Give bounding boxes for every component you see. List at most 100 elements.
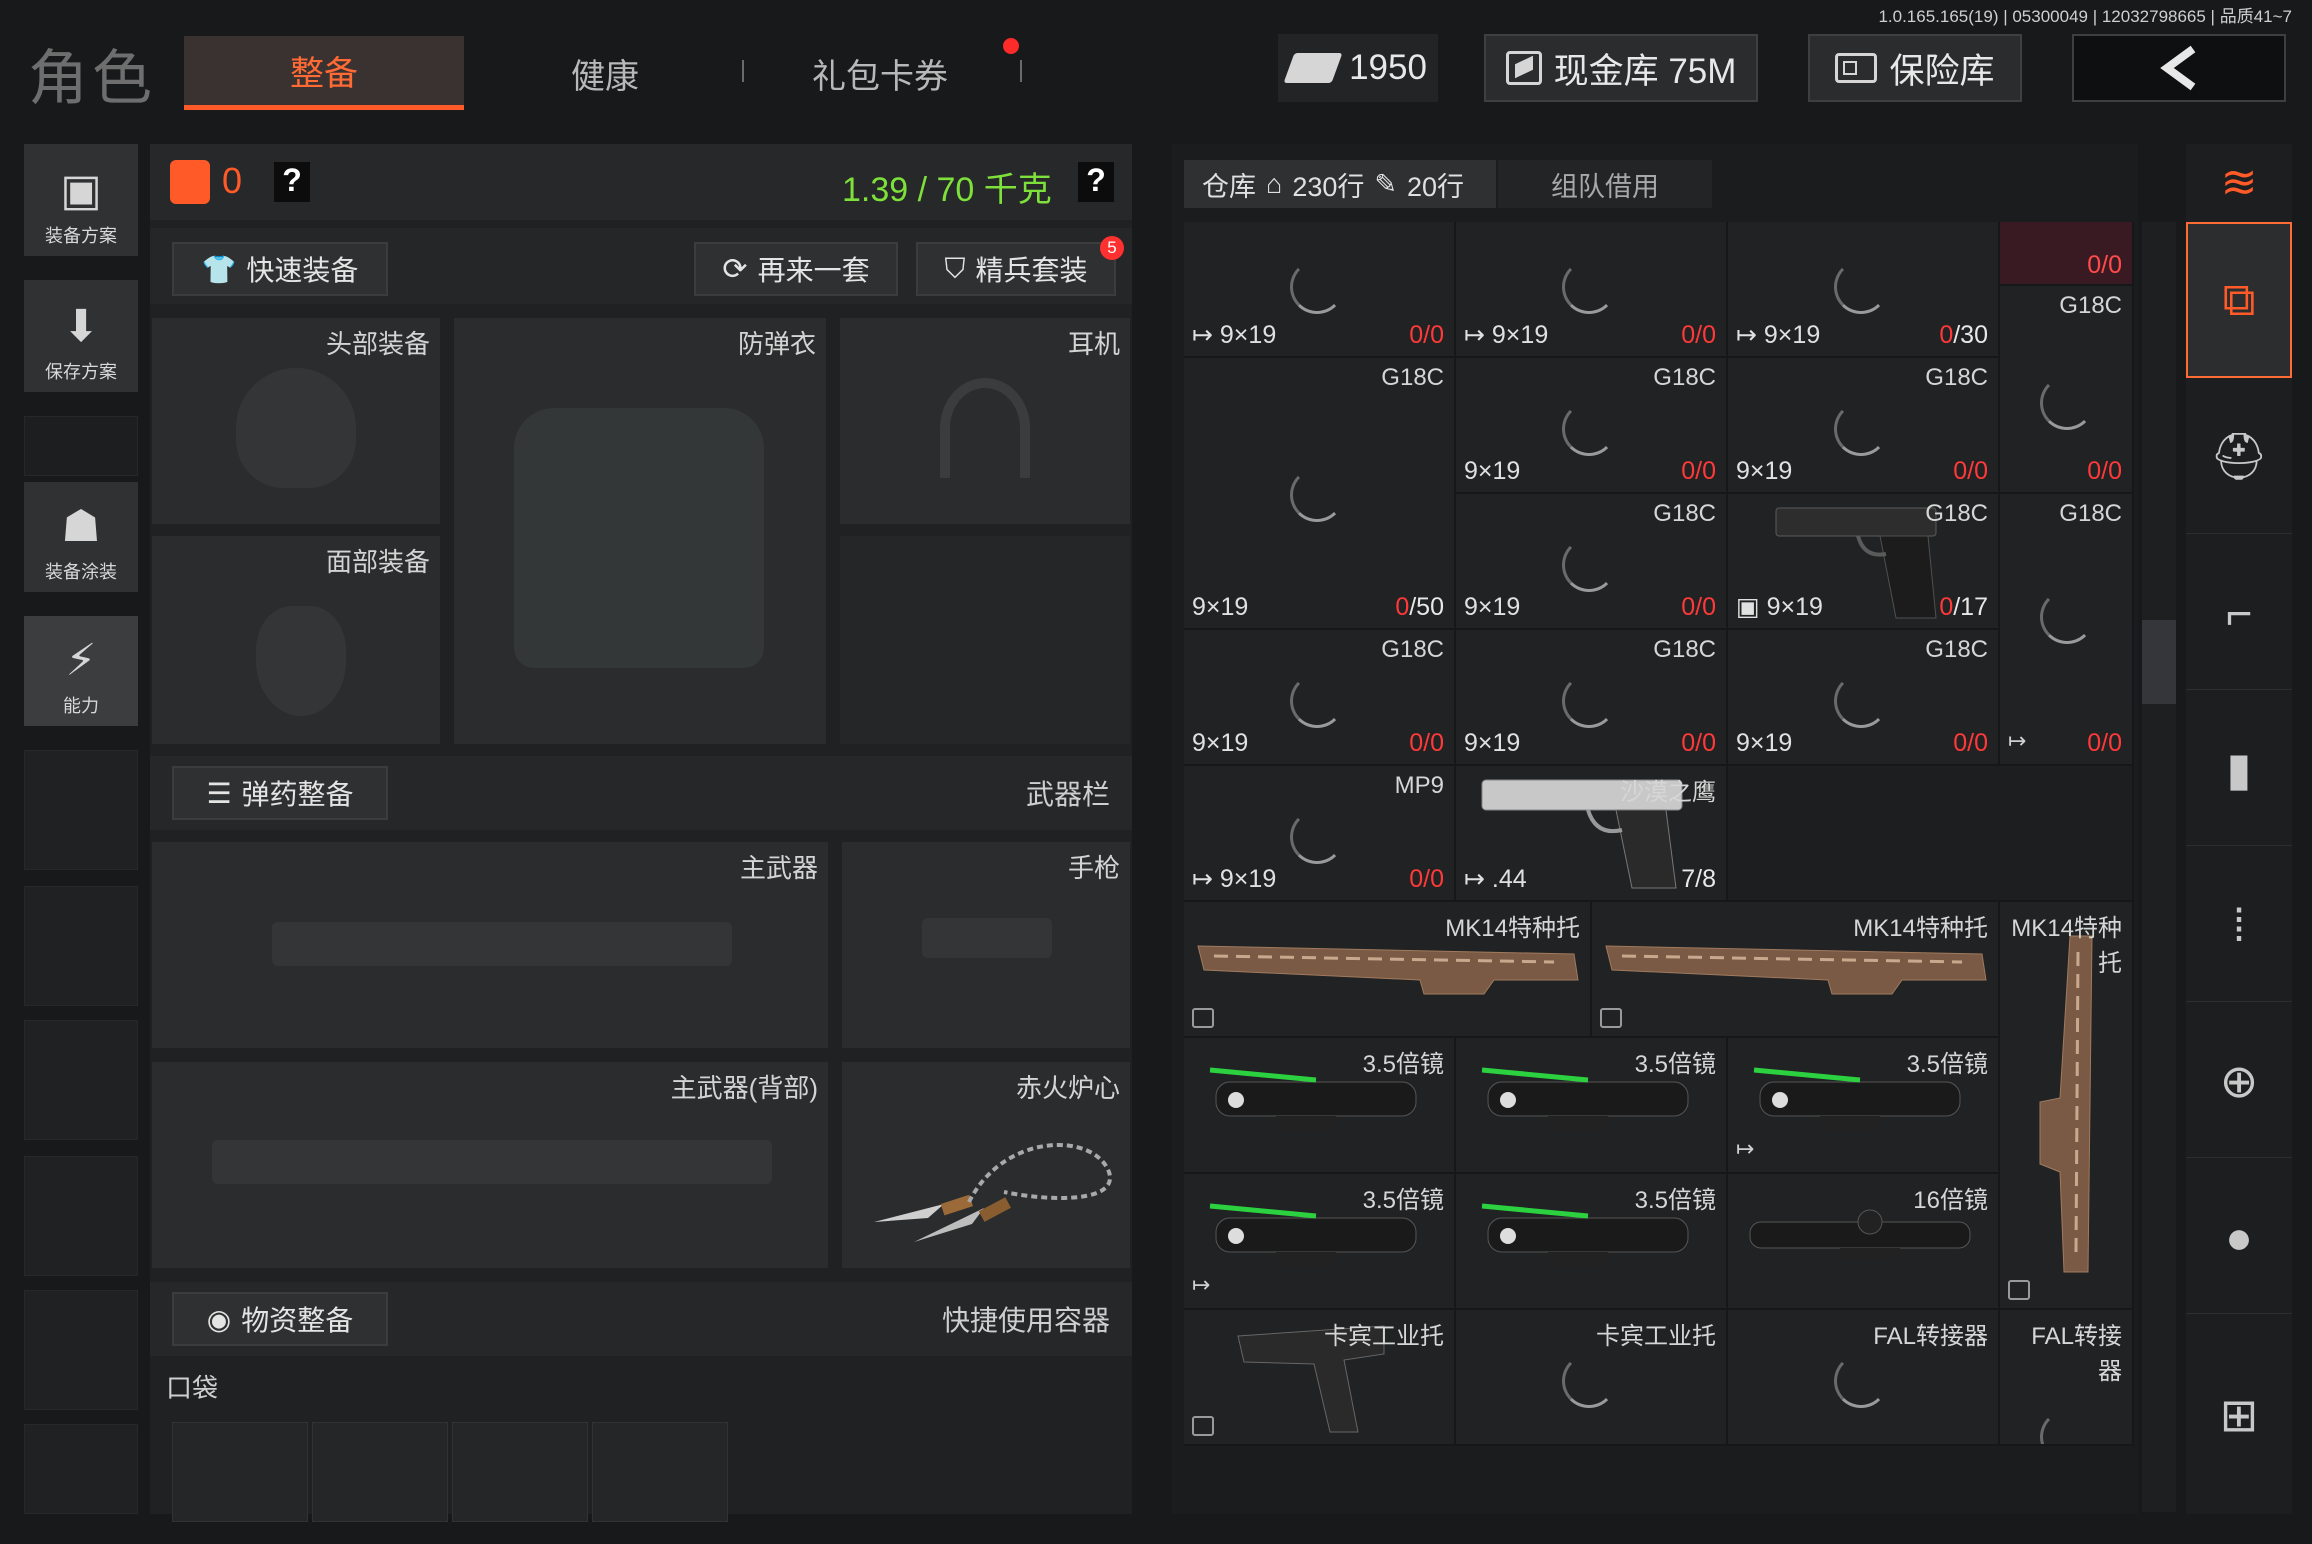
storage-item-weapon[interactable]: G18C ↦ 0/0 (2000, 494, 2134, 766)
slot-primary-weapon[interactable]: 主武器 (152, 842, 828, 1048)
storage-item-weapon[interactable]: G18C 9×19 0/0 (1728, 358, 2000, 494)
slot-label: 手枪 (1067, 853, 1120, 883)
safe-icon (1835, 53, 1878, 83)
storage-item-stock[interactable]: MK14特种托 (1184, 902, 1592, 1038)
nav-loadout-plan[interactable]: ▣ 装备方案 (24, 144, 138, 256)
refresh-stack-icon[interactable]: ≋ (2186, 144, 2292, 220)
cash-bill-icon (1283, 53, 1343, 83)
pocket-slot[interactable] (592, 1422, 728, 1522)
storage-item-scope[interactable]: 3.5倍镜 ↦ (1728, 1038, 2000, 1174)
elite-set-button[interactable]: ⛉ 精兵套装 (916, 242, 1116, 296)
slot-melee[interactable]: 赤火炉心 (842, 1062, 1130, 1268)
nav-equip-skin[interactable]: ☗ 装备涂装 (24, 482, 138, 592)
weight-help-button[interactable]: ? (1078, 162, 1114, 202)
safe-vault-button[interactable]: 保险库 (1808, 34, 2022, 102)
item-caliber: 9×19 (1736, 457, 1793, 485)
cash-vault-label: 现金库 75M (1553, 51, 1737, 91)
all-items-icon: ⧉ (2222, 273, 2256, 325)
storage-item-ammo[interactable]: ↦ 9×19 0/30 (1728, 222, 2000, 358)
slot-head[interactable]: 头部装备 (152, 318, 440, 524)
loading-spinner (1834, 402, 1888, 456)
loading-spinner (1290, 260, 1344, 314)
storage-item-weapon[interactable]: 沙漠之鹰 ↦ .44 7/8 (1456, 766, 1728, 902)
pocket-slot[interactable] (312, 1422, 448, 1522)
cash-vault-button[interactable]: 现金库 75M (1484, 34, 1758, 102)
nav-ability[interactable]: ⚡ 能力 (24, 616, 138, 726)
storage-item-ammo[interactable]: ↦ 9×19 0/0 (1456, 222, 1728, 358)
supply-equip-button[interactable]: ◉ 物资整备 (172, 1292, 388, 1346)
storage-scrollbar[interactable] (2142, 222, 2176, 1512)
armor-help-button[interactable]: ? (274, 162, 310, 202)
pocket-slot[interactable] (172, 1422, 308, 1522)
currency-amount: 1950 (1349, 48, 1427, 87)
category-throwables[interactable]: ● (2186, 1160, 2292, 1314)
helmet-icon: ⛑ (2209, 430, 2269, 482)
slot-body-armor[interactable]: 防弹衣 (454, 318, 826, 744)
tab-health[interactable]: 健康 (510, 36, 700, 110)
slot-headset[interactable]: 耳机 (840, 318, 1130, 524)
slot-label: 面部装备 (325, 547, 430, 577)
category-attachments[interactable]: ⊕ (2186, 1004, 2292, 1158)
storage-item-weapon[interactable]: G18C ▣ 9×19 0/17 (1728, 494, 2000, 630)
weight-display: 1.39 / 70 千克 (842, 171, 1052, 209)
storage-rows-extra: 20行 (1407, 171, 1465, 202)
loading-spinner (1562, 538, 1616, 592)
storage-item-scope[interactable]: 16倍镜 (1728, 1174, 2000, 1310)
quick-equip-button[interactable]: 👕 快速装备 (172, 242, 388, 296)
storage-item-weapon[interactable]: G18C 9×19 0/0 (1456, 358, 1728, 494)
tab-gift-coupons[interactable]: 礼包卡券 (760, 36, 1000, 110)
storage-scrollbar-thumb[interactable] (2142, 620, 2176, 704)
storage-item-header[interactable]: 0/0 (2000, 222, 2134, 286)
storage-item-weapon[interactable]: G18C 9×19 0/0 (1456, 630, 1728, 766)
refresh-icon: ⟳ (722, 252, 748, 286)
storage-item-ammo[interactable]: ↦ 9×19 0/0 (1184, 222, 1456, 358)
slot-face[interactable]: 面部装备 (152, 536, 440, 744)
storage-item-scope[interactable]: 3.5倍镜 ↦ (1184, 1174, 1456, 1310)
magazine-icon: ▮ (2226, 742, 2252, 795)
item-name: G18C (2059, 500, 2122, 527)
ability-icon: ⚡ (65, 636, 97, 685)
item-count: 0/0 (2087, 729, 2122, 757)
loading-spinner (2040, 1410, 2094, 1444)
ammo-equip-button[interactable]: ☰ 弹药整备 (172, 766, 388, 820)
storage-item-stock[interactable]: MK14特种托 (2000, 902, 2134, 1310)
category-supplies[interactable]: ⊞ (2186, 1316, 2292, 1514)
category-all[interactable]: ⧉ (2186, 222, 2292, 378)
item-count: 0/0 (1953, 729, 1988, 757)
equip-again-button[interactable]: ⟳ 再来一套 (694, 242, 898, 296)
slot-pistol[interactable]: 手枪 (842, 842, 1130, 1048)
storage-tab-main[interactable]: 仓库 ⌂ 230行 ✎ 20行 (1184, 160, 1496, 208)
storage-item-scope[interactable]: 3.5倍镜 (1456, 1038, 1728, 1174)
storage-item-weapon[interactable]: G18C 9×19 0/0 (1728, 630, 2000, 766)
storage-item-scope[interactable]: 3.5倍镜 (1184, 1038, 1456, 1174)
category-ammo[interactable]: ⁞ (2186, 848, 2292, 1002)
storage-item-stock[interactable]: 卡宾工业托 (1456, 1310, 1728, 1446)
storage-item-weapon[interactable]: G18C 9×19 0/0 (1456, 494, 1728, 630)
storage-tab-team[interactable]: 组队借用 (1498, 160, 1712, 208)
pocket-slot[interactable] (452, 1422, 588, 1522)
storage-item-stock[interactable]: 卡宾工业托 (1184, 1310, 1456, 1446)
currency-display[interactable]: 1950 (1278, 34, 1438, 102)
storage-item-weapon[interactable]: G18C 9×19 0/0 (1184, 630, 1456, 766)
storage-item-adapter[interactable]: FAL转接器 (2000, 1310, 2134, 1446)
slot-primary-back[interactable]: 主武器(背部) (152, 1062, 828, 1268)
category-weapons[interactable]: ⌐ (2186, 536, 2292, 690)
helmet-icon (236, 368, 356, 488)
item-count: 0/0 (1681, 729, 1716, 757)
storage-item-stock[interactable]: MK14特种托 (1592, 902, 2000, 1038)
cash-vault-icon (1505, 51, 1542, 85)
storage-item-adapter[interactable]: FAL转接器 (1728, 1310, 2000, 1446)
item-name: G18C (1381, 636, 1444, 663)
nav-empty-slot (24, 750, 138, 870)
nav-save-plan[interactable]: ⬇ 保存方案 (24, 280, 138, 392)
loading-spinner (1562, 674, 1616, 728)
storage-item-scope[interactable]: 3.5倍镜 (1456, 1174, 1728, 1310)
back-button[interactable] (2072, 34, 2286, 102)
category-magazines[interactable]: ▮ (2186, 692, 2292, 846)
category-armor[interactable]: ⛑ (2186, 380, 2292, 534)
tab-equip[interactable]: 整备 (184, 36, 464, 110)
storage-item-weapon[interactable]: G18C 9×19 0/50 (1184, 358, 1456, 630)
storage-item-weapon[interactable]: G18C 0/0 (2000, 286, 2134, 494)
storage-item-weapon[interactable]: MP9 ↦ 9×19 0/0 (1184, 766, 1456, 902)
weapon-bar-label: 武器栏 (1025, 779, 1110, 810)
